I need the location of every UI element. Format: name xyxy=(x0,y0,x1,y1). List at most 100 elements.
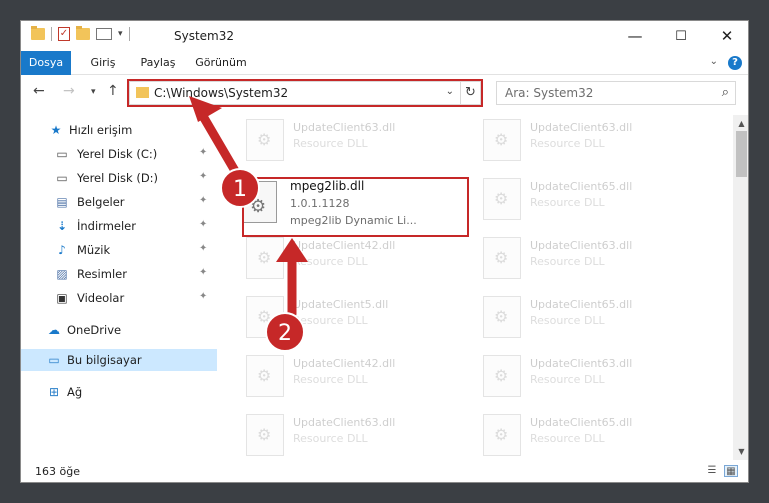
list-item[interactable]: UpdateClient65.dll Resource DLL xyxy=(483,178,683,222)
sidebar-item-label: Müzik xyxy=(77,243,111,257)
search-box[interactable]: Ara: System32 ⌕ xyxy=(496,81,736,105)
network-icon: ⊞ xyxy=(48,385,60,399)
sidebar-item-videos[interactable]: ▣ Videolar ✦ xyxy=(21,287,217,309)
sidebar-item-label: Bu bilgisayar xyxy=(67,353,142,367)
navigation-bar: ← → ▾ ↑ C:\Windows\System32 ⌄ ↻ Ara: Sys… xyxy=(21,77,748,109)
pin-icon[interactable]: ✦ xyxy=(199,171,207,182)
sidebar-item-network[interactable]: ⊞ Ağ xyxy=(21,381,217,403)
new-folder-icon[interactable] xyxy=(76,26,90,40)
list-item[interactable]: UpdateClient65.dll Resource DLL xyxy=(483,414,683,458)
sidebar-item-disk-d[interactable]: ▭ Yerel Disk (D:) ✦ xyxy=(21,167,217,189)
dll-file-icon xyxy=(246,237,284,279)
dll-file-icon xyxy=(483,119,521,161)
sidebar-item-label: OneDrive xyxy=(67,323,122,337)
properties-check-icon[interactable]: ✓ xyxy=(58,27,70,41)
large-icons-view-icon[interactable]: ▦ xyxy=(724,465,738,477)
dll-file-icon xyxy=(246,119,284,161)
documents-icon: ▤ xyxy=(56,195,68,209)
pin-icon[interactable]: ✦ xyxy=(199,267,207,278)
help-icon[interactable]: ? xyxy=(728,56,742,70)
file-type: Resource DLL xyxy=(293,432,368,445)
address-highlight-box xyxy=(127,79,483,107)
file-name: UpdateClient63.dll xyxy=(530,121,633,134)
music-icon: ♪ xyxy=(58,243,66,257)
search-placeholder[interactable]: Ara: System32 xyxy=(505,86,593,100)
details-view-icon[interactable]: ☰ xyxy=(705,465,719,477)
maximize-button[interactable]: ☐ xyxy=(658,21,704,51)
list-item[interactable]: UpdateClient63.dll Resource DLL xyxy=(483,119,683,163)
chevron-down-icon[interactable]: ▾ xyxy=(118,29,123,39)
sidebar-item-music[interactable]: ♪ Müzik ✦ xyxy=(21,239,217,261)
chevron-down-icon[interactable]: ⌄ xyxy=(710,56,718,67)
properties-icon[interactable] xyxy=(96,28,112,40)
up-button[interactable]: ↑ xyxy=(107,83,119,99)
sidebar-item-label: Hızlı erişim xyxy=(69,123,133,137)
tab-giris[interactable]: Giriş xyxy=(83,51,123,75)
pin-icon[interactable]: ✦ xyxy=(199,195,207,206)
list-item[interactable]: UpdateClient63.dll Resource DLL xyxy=(246,414,446,458)
scroll-up-icon[interactable]: ▲ xyxy=(733,115,748,132)
sidebar-item-documents[interactable]: ▤ Belgeler ✦ xyxy=(21,191,217,213)
divider xyxy=(51,27,52,41)
download-icon: ⇣ xyxy=(56,219,68,233)
file-name: UpdateClient65.dll xyxy=(530,180,633,193)
recent-locations-icon[interactable]: ▾ xyxy=(91,87,96,97)
tab-gorunum[interactable]: Görünüm xyxy=(189,51,253,75)
divider xyxy=(128,27,130,41)
list-item[interactable]: UpdateClient63.dll Resource DLL xyxy=(246,119,446,163)
sidebar-item-label: Belgeler xyxy=(77,195,125,209)
list-item[interactable]: UpdateClient63.dll Resource DLL xyxy=(483,355,683,399)
dll-file-icon xyxy=(483,355,521,397)
list-item[interactable]: UpdateClient42.dll Resource DLL xyxy=(246,237,446,281)
scrollbar-thumb[interactable] xyxy=(736,131,747,177)
ribbon: Dosya Giriş Paylaş Görünüm ⌄ ? xyxy=(21,51,748,75)
list-item[interactable]: UpdateClient63.dll Resource DLL xyxy=(483,237,683,281)
pin-icon[interactable]: ✦ xyxy=(199,147,207,158)
star-icon: ★ xyxy=(50,123,62,137)
pin-icon[interactable]: ✦ xyxy=(199,243,207,254)
sidebar-item-downloads[interactable]: ⇣ İndirmeler ✦ xyxy=(21,215,217,237)
tab-paylas[interactable]: Paylaş xyxy=(133,51,183,75)
back-button[interactable]: ← xyxy=(33,83,45,99)
forward-button[interactable]: → xyxy=(63,83,75,99)
file-type: Resource DLL xyxy=(293,255,368,268)
folder-icon xyxy=(31,26,45,40)
pictures-icon: ▨ xyxy=(56,267,68,281)
list-item[interactable]: UpdateClient5.dll Resource DLL xyxy=(246,296,446,340)
title-bar: ✓ ▾ System32 — ☐ ✕ xyxy=(21,21,748,51)
file-name: UpdateClient42.dll xyxy=(293,239,396,252)
sidebar-item-pictures[interactable]: ▨ Resimler ✦ xyxy=(21,263,217,285)
dll-file-icon xyxy=(246,414,284,456)
file-name: UpdateClient63.dll xyxy=(293,121,396,134)
list-item[interactable]: UpdateClient65.dll Resource DLL xyxy=(483,296,683,340)
scroll-down-icon[interactable]: ▼ xyxy=(733,443,748,460)
file-type: Resource DLL xyxy=(530,137,605,150)
video-icon: ▣ xyxy=(56,291,68,305)
status-bar: 163 öğe ☰ ▦ xyxy=(21,460,748,482)
file-name: UpdateClient63.dll xyxy=(293,416,396,429)
pin-icon[interactable]: ✦ xyxy=(199,219,207,230)
file-type: Resource DLL xyxy=(293,137,368,150)
sidebar-item-onedrive[interactable]: ☁ OneDrive xyxy=(21,319,217,341)
minimize-button[interactable]: — xyxy=(612,21,658,51)
pin-icon[interactable]: ✦ xyxy=(199,291,207,302)
file-highlight-box xyxy=(242,177,469,237)
sidebar-item-this-pc[interactable]: ▭ Bu bilgisayar xyxy=(21,349,217,371)
file-type: Resource DLL xyxy=(530,373,605,386)
file-list: UpdateClient63.dll Resource DLL UpdateCl… xyxy=(231,115,731,460)
search-icon[interactable]: ⌕ xyxy=(722,85,729,100)
tab-dosya[interactable]: Dosya xyxy=(21,51,71,75)
sidebar-item-disk-c[interactable]: ▭ Yerel Disk (C:) ✦ xyxy=(21,143,217,165)
sidebar-item-quick-access[interactable]: ★ Hızlı erişim xyxy=(21,119,217,141)
computer-icon: ▭ xyxy=(48,353,60,367)
file-name: UpdateClient63.dll xyxy=(530,357,633,370)
close-button[interactable]: ✕ xyxy=(704,21,748,51)
sidebar-item-label: İndirmeler xyxy=(77,219,136,233)
list-item[interactable]: UpdateClient42.dll Resource DLL xyxy=(246,355,446,399)
sidebar-item-label: Yerel Disk (C:) xyxy=(77,147,158,161)
file-name: UpdateClient65.dll xyxy=(530,416,633,429)
vertical-scrollbar[interactable]: ▲ ▼ xyxy=(733,115,748,460)
sidebar-item-label: Ağ xyxy=(67,385,83,399)
file-type: Resource DLL xyxy=(530,255,605,268)
drive-icon: ▭ xyxy=(56,171,68,185)
